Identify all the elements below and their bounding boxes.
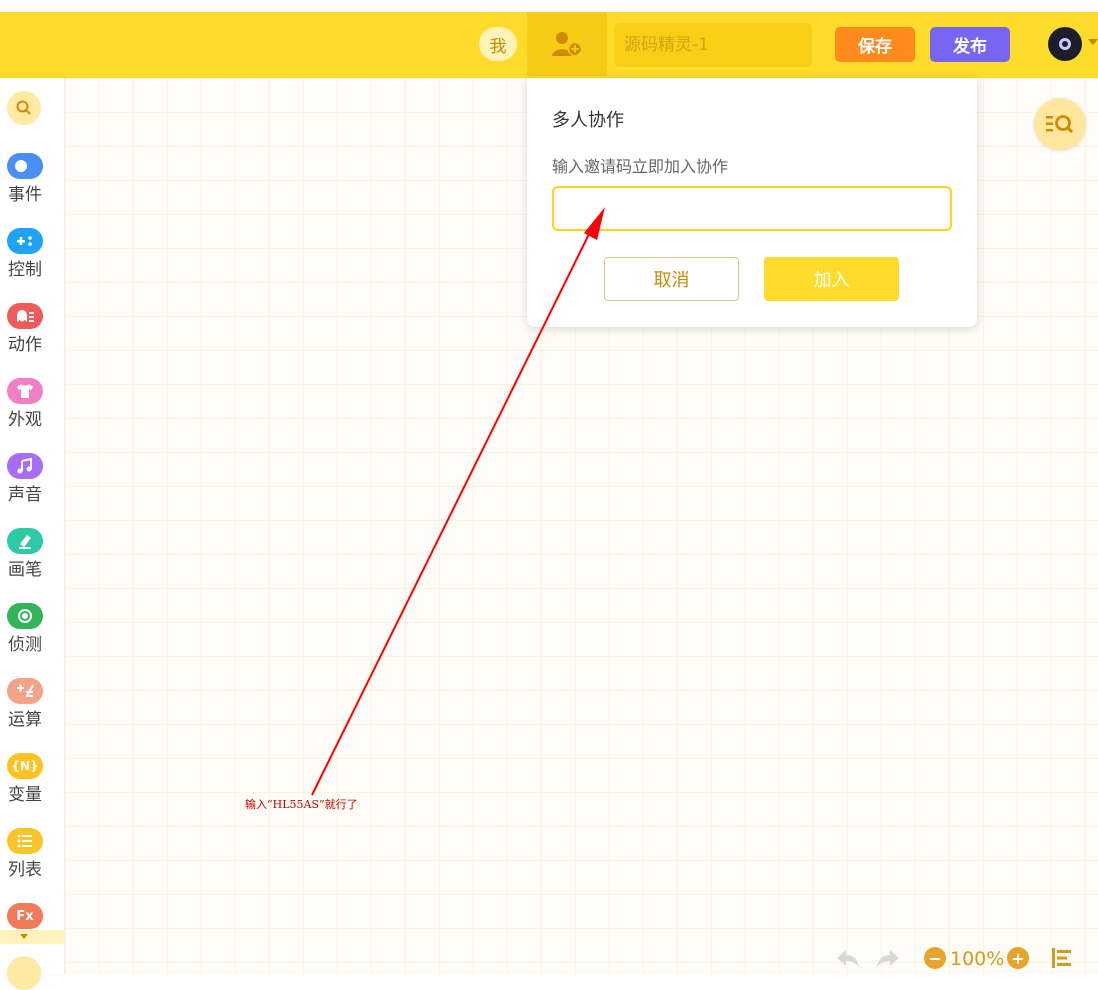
zoom-level: 100%: [950, 948, 1005, 970]
publish-label: 发布: [953, 37, 987, 57]
calc-icon: [7, 678, 43, 704]
save-label: 保存: [858, 37, 892, 57]
project-name-field[interactable]: 源码精灵-1: [614, 23, 812, 67]
ghost-icon: [7, 303, 43, 329]
list-search-icon: [1046, 115, 1074, 134]
block-category-sidebar: 事件 控制 动作 外观 声音 画笔 侦测 运算 {N} 变量 列表 Fx: [0, 78, 65, 990]
variable-glyph: {N}: [11, 759, 39, 773]
music-icon: [7, 453, 43, 479]
collaboration-popup: 多人协作 输入邀请码立即加入协作 取消 加入: [527, 78, 977, 327]
sidebar-item-label: 控制: [8, 260, 42, 280]
sidebar-item-sound[interactable]: 声音: [0, 453, 50, 523]
collaboration-button[interactable]: [527, 12, 607, 76]
sidebar-item-control[interactable]: 控制: [0, 228, 50, 298]
window-top-strip: [0, 0, 1098, 12]
variable-icon: {N}: [7, 753, 43, 779]
zoom-in-button[interactable]: +: [1007, 944, 1029, 972]
join-label: 加入: [813, 270, 850, 291]
undo-button[interactable]: [834, 944, 862, 972]
sidebar-item-sensing[interactable]: 侦测: [0, 603, 50, 673]
search-icon: [16, 100, 31, 115]
list-icon: [7, 828, 43, 854]
zoom-out-icon: −: [924, 947, 946, 969]
sidebar-item-label: 列表: [8, 860, 42, 880]
target-icon: [7, 603, 43, 629]
popup-title: 多人协作: [552, 110, 624, 131]
sidebar-item-label: 侦测: [8, 635, 42, 655]
join-button[interactable]: 加入: [764, 257, 899, 301]
sidebar-item-lists[interactable]: 列表: [0, 828, 50, 898]
save-button[interactable]: 保存: [835, 27, 915, 62]
add-extension-button[interactable]: [7, 956, 41, 990]
sidebar-item-label: 外观: [8, 410, 42, 430]
cancel-button[interactable]: 取消: [604, 257, 739, 301]
canvas-search-button[interactable]: [1034, 98, 1086, 150]
sidebar-item-events[interactable]: 事件: [0, 153, 50, 223]
undo-icon: [837, 950, 859, 967]
zoom-in-icon: +: [1007, 947, 1029, 969]
invite-code-input[interactable]: [552, 186, 952, 231]
align-left-icon: [1052, 948, 1071, 968]
sidebar-more-toggle[interactable]: [0, 930, 64, 944]
me-button[interactable]: 我: [479, 27, 517, 61]
shirt-icon: [7, 378, 43, 404]
popup-subtitle: 输入邀请码立即加入协作: [552, 157, 729, 176]
sidebar-item-label: 事件: [8, 185, 42, 205]
chevron-down-icon[interactable]: [1088, 39, 1098, 45]
top-header: 我 源码精灵-1 保存 发布: [0, 12, 1098, 78]
gamepad-icon: [7, 228, 43, 254]
sidebar-search-button[interactable]: [7, 91, 41, 125]
toggle-icon: [7, 153, 43, 179]
add-user-icon: [552, 32, 583, 57]
sidebar-item-label: 变量: [8, 785, 42, 805]
sidebar-item-label: 画笔: [8, 560, 42, 580]
sidebar-item-operators[interactable]: 运算: [0, 678, 50, 748]
sidebar-item-label: 动作: [8, 335, 42, 355]
publish-button[interactable]: 发布: [930, 27, 1010, 62]
function-glyph: Fx: [16, 908, 34, 924]
sidebar-item-label: 运算: [8, 710, 42, 730]
sidebar-item-looks[interactable]: 外观: [0, 378, 50, 448]
function-icon: Fx: [7, 903, 43, 929]
annotation-text: 输入“HL55AS”就行了: [245, 798, 358, 811]
sidebar-item-pen[interactable]: 画笔: [0, 528, 50, 598]
sidebar-item-label: 声音: [8, 485, 42, 505]
project-name-text: 源码精灵-1: [624, 35, 709, 55]
redo-icon: [877, 950, 899, 967]
me-label: 我: [489, 36, 507, 57]
redo-button[interactable]: [874, 944, 902, 972]
pen-icon: [7, 528, 43, 554]
cancel-label: 取消: [653, 270, 690, 291]
sidebar-item-motion[interactable]: 动作: [0, 303, 50, 373]
zoom-out-button[interactable]: −: [924, 944, 946, 972]
align-blocks-button[interactable]: [1050, 944, 1074, 972]
sidebar-item-variables[interactable]: {N} 变量: [0, 753, 50, 823]
user-avatar[interactable]: [1048, 27, 1082, 61]
